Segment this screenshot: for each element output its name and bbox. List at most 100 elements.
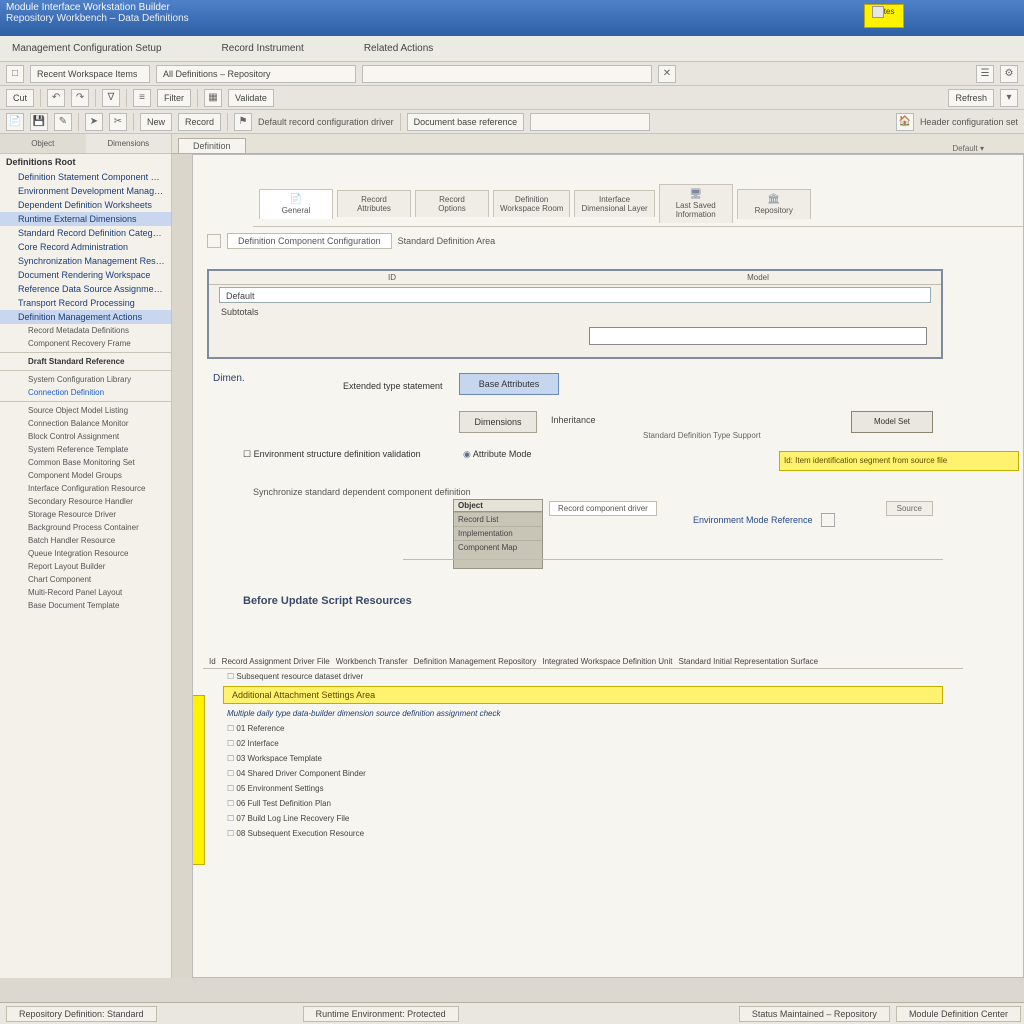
tree-item[interactable]: System Configuration Library [0, 373, 171, 386]
gear-icon[interactable]: ⚙ [1000, 65, 1018, 83]
table-icon[interactable]: ▦ [204, 89, 222, 107]
grid-row[interactable]: 01 Reference [203, 721, 963, 736]
tree-sub[interactable]: Draft Standard Reference [0, 355, 171, 368]
cut-icon[interactable]: ✂ [109, 113, 127, 131]
grid-row[interactable]: 06 Full Test Definition Plan [203, 796, 963, 811]
validation-checkbox[interactable]: Environment structure definition validat… [243, 449, 421, 460]
mini-row[interactable]: Record List [454, 512, 542, 526]
inner-tab[interactable]: 📄General [259, 189, 333, 219]
attribute-mode-radio[interactable]: Attribute Mode [463, 449, 531, 460]
tree-item[interactable]: Block Control Assignment [0, 430, 171, 443]
tree-item[interactable]: Common Base Monitoring Set [0, 456, 171, 469]
inner-tab[interactable]: DefinitionWorkspace Room [493, 190, 570, 217]
repo-dropdown[interactable]: All Definitions – Repository [156, 65, 356, 83]
tree-item[interactable]: Interface Configuration Resource [0, 482, 171, 495]
window-control-icon[interactable] [872, 6, 884, 18]
base-attributes-button[interactable]: Base Attributes [459, 373, 559, 395]
sticky-note-top[interactable]: Notes [864, 4, 904, 28]
grid-row[interactable]: 04 Shared Driver Component Binder [203, 766, 963, 781]
tree-item[interactable]: Synchronization Management Resources [0, 254, 171, 268]
filter-icon[interactable]: ∇ [102, 89, 120, 107]
doc-ref-button[interactable]: Document base reference [407, 113, 525, 131]
redo-icon[interactable]: ↷ [71, 89, 89, 107]
grid-row[interactable]: 05 Environment Settings [203, 781, 963, 796]
grid-row[interactable]: 03 Workspace Template [203, 751, 963, 766]
doc-icon[interactable]: 📄 [6, 113, 24, 131]
fwd-icon[interactable]: ➤ [85, 113, 103, 131]
highlight-row[interactable]: Additional Attachment Settings Area [223, 686, 943, 704]
tree-item[interactable]: Component Model Groups [0, 469, 171, 482]
grid-row[interactable]: 08 Subsequent Execution Resource [203, 826, 963, 841]
undo-icon[interactable]: ↶ [47, 89, 65, 107]
tree-tab[interactable]: Dimensions [86, 134, 172, 153]
tree-item[interactable]: System Reference Template [0, 443, 171, 456]
new-icon[interactable]: □ [6, 65, 24, 83]
frame-row[interactable]: Default [219, 287, 931, 303]
mini-link[interactable]: Environment Mode Reference [693, 513, 835, 527]
new-button[interactable]: New [140, 113, 172, 131]
tree-item[interactable]: Secondary Resource Handler [0, 495, 171, 508]
save-icon[interactable]: 💾 [30, 113, 48, 131]
tree-item[interactable]: Core Record Administration [0, 240, 171, 254]
mini-row[interactable]: Implementation [454, 526, 542, 540]
tree-item[interactable]: Environment Development Management Optio… [0, 184, 171, 198]
grid-checkbox[interactable]: Subsequent resource dataset driver [203, 669, 963, 684]
close-icon[interactable]: ✕ [658, 65, 676, 83]
home-icon[interactable]: 🏠 [896, 113, 914, 131]
inner-tab[interactable]: 🏛Repository [737, 189, 811, 219]
tree-item[interactable]: Definition Statement Component Repositor… [0, 170, 171, 184]
menu-item[interactable]: Management Configuration Setup [12, 43, 162, 54]
frame-input[interactable] [589, 327, 927, 345]
tree-item[interactable]: Chart Component [0, 573, 171, 586]
tree-item[interactable]: Standard Record Definition Categories [0, 226, 171, 240]
crumb-item[interactable]: Standard Definition Area [398, 236, 496, 246]
inner-tab[interactable]: InterfaceDimensional Layer [574, 190, 654, 217]
btn[interactable]: Cut [6, 89, 34, 107]
tree-item[interactable]: Dependent Definition Worksheets [0, 198, 171, 212]
menu-item[interactable]: Related Actions [364, 43, 434, 54]
tree-group[interactable]: Definitions Root [0, 154, 171, 170]
tree-item[interactable]: Reference Data Source Assignments [0, 282, 171, 296]
grid-row[interactable]: 07 Build Log Line Recovery File [203, 811, 963, 826]
config-dropdown[interactable] [530, 113, 650, 131]
tree-item[interactable]: Connection Balance Monitor [0, 417, 171, 430]
tree-item[interactable]: Document Rendering Workspace [0, 268, 171, 282]
tree-item[interactable]: Queue Integration Resource [0, 547, 171, 560]
btn[interactable]: Refresh [948, 89, 994, 107]
menu-item[interactable]: Record Instrument [222, 43, 304, 54]
tree-item[interactable]: Definition Management Actions [0, 310, 171, 324]
search-input[interactable] [362, 65, 652, 83]
btn[interactable]: Filter [157, 89, 191, 107]
toggle-icon[interactable]: ☰ [976, 65, 994, 83]
tree-tab[interactable]: Object [0, 134, 86, 153]
tree-item[interactable]: Base Document Template [0, 599, 171, 612]
tree-item[interactable]: Source Object Model Listing [0, 404, 171, 417]
workspace-dropdown[interactable]: Recent Workspace Items [30, 65, 150, 83]
tree-item[interactable]: Transport Record Processing [0, 296, 171, 310]
btn[interactable]: Validate [228, 89, 274, 107]
pen-icon[interactable]: ✎ [54, 113, 72, 131]
inner-tab[interactable]: RecordAttributes [337, 190, 411, 217]
list-icon[interactable]: ≡ [133, 89, 151, 107]
inner-tab[interactable]: 🖥Last SavedInformation [659, 184, 733, 223]
option-icon[interactable]: ▾ [1000, 89, 1018, 107]
dimensions-button[interactable]: Dimensions [459, 411, 537, 433]
crumb-item[interactable]: Definition Component Configuration [227, 233, 392, 249]
tree-item[interactable]: Multi-Record Panel Layout [0, 586, 171, 599]
tree-item[interactable]: Connection Definition [0, 386, 171, 399]
tree-item[interactable]: Background Process Container [0, 521, 171, 534]
sticky-note-side[interactable]: Id: Item identification segment from sou… [779, 451, 1019, 471]
inner-tab[interactable]: RecordOptions [415, 190, 489, 217]
model-set-button[interactable]: Model Set [851, 411, 933, 433]
doc-tab[interactable]: Definition [178, 138, 246, 153]
tree-sub[interactable]: Component Recovery Frame [0, 337, 171, 350]
record-button[interactable]: Record [178, 113, 221, 131]
tree-item[interactable]: Runtime External Dimensions [0, 212, 171, 226]
mini-row[interactable]: Component Map [454, 540, 542, 554]
mini-right[interactable]: Source [886, 501, 933, 516]
tree-item[interactable]: Storage Resource Driver [0, 508, 171, 521]
tree-item[interactable]: Batch Handler Resource [0, 534, 171, 547]
flag-icon[interactable]: ⚑ [234, 113, 252, 131]
tree-sub[interactable]: Record Metadata Definitions [0, 324, 171, 337]
tree-item[interactable]: Report Layout Builder [0, 560, 171, 573]
